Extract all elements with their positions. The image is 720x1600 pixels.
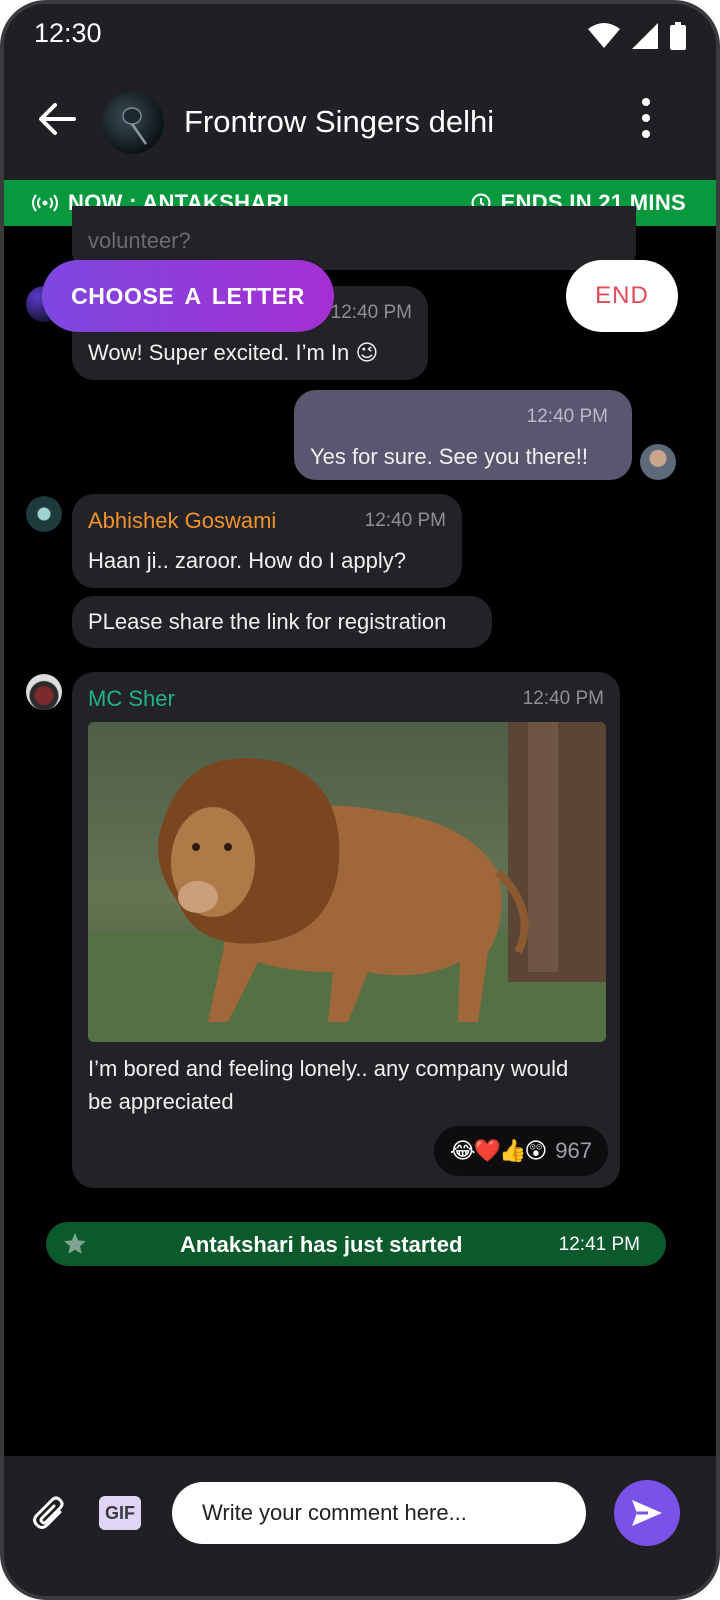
back-button[interactable]: [38, 102, 76, 141]
message-bubble: Abhishek Goswami 12:40 PM Haan ji.. zaro…: [72, 494, 462, 588]
avatar[interactable]: [26, 496, 62, 532]
group-avatar[interactable]: [102, 92, 164, 154]
star-icon: [64, 1233, 86, 1254]
status-bar: 12:30: [4, 4, 716, 68]
chat-messages[interactable]: volunteer? 12:40 PM Wow! Super excited. …: [4, 206, 716, 1486]
avatar[interactable]: [26, 674, 62, 710]
chat-header: Frontrow Singers delhi: [4, 68, 716, 180]
reaction-emojis: 😂❤️👍😲: [449, 1138, 547, 1163]
message-bubble: PLease share the link for registration: [72, 596, 492, 648]
message-text: Wow! Super excited. I’m In 😉: [88, 340, 379, 365]
choose-letter-button[interactable]: CHOOSE A LETTER: [42, 260, 334, 332]
wifi-icon: [588, 23, 620, 48]
composer-bar: GIF: [4, 1456, 716, 1596]
broadcast-icon: [32, 194, 58, 212]
message-text: I’m bored and feeling lonely.. any compa…: [88, 1056, 569, 1114]
lion-illustration: [88, 722, 606, 1042]
paperclip-icon[interactable]: [30, 1494, 70, 1534]
system-message: Antakshari has just started 12:41 PM: [46, 1222, 666, 1266]
status-icons: [588, 22, 686, 50]
battery-icon: [670, 22, 686, 50]
message-bubble: MC Sher 12:40 PM I’m bored and feeling l…: [72, 672, 620, 1188]
message-time: 12:40 PM: [330, 302, 412, 323]
avatar[interactable]: [640, 444, 676, 480]
more-vertical-icon[interactable]: [642, 98, 650, 146]
system-message-text: Antakshari has just started: [180, 1232, 463, 1257]
message-text: Yes for sure. See you there!!: [310, 444, 589, 469]
message-time: 12:40 PM: [522, 688, 604, 709]
comment-input[interactable]: [172, 1482, 586, 1544]
gif-button[interactable]: GIF: [99, 1496, 141, 1530]
message-text: volunteer?: [88, 228, 191, 253]
system-message-time: 12:41 PM: [558, 1234, 640, 1255]
message-time: 12:40 PM: [526, 406, 608, 427]
arrow-left-icon: [39, 103, 76, 135]
message-bubble-own: 12:40 PM Yes for sure. See you there!!: [294, 390, 632, 480]
microphone-icon: [122, 107, 148, 145]
signal-icon: [632, 23, 658, 49]
reaction-count: 967: [555, 1138, 592, 1163]
phone-frame: 12:30 Frontrow Singers delhi NOW: ANTAK…: [0, 0, 720, 1600]
end-button[interactable]: END: [566, 260, 678, 332]
message-time: 12:40 PM: [364, 510, 446, 531]
message-text: PLease share the link for registration: [88, 609, 447, 634]
lion-image[interactable]: [88, 722, 606, 1042]
status-time: 12:30: [34, 18, 102, 48]
group-title[interactable]: Frontrow Singers delhi: [184, 104, 494, 140]
message-text: Haan ji.. zaroor. How do I apply?: [88, 548, 406, 573]
message-sender[interactable]: Abhishek Goswami: [88, 508, 276, 534]
message-sender[interactable]: MC Sher: [88, 686, 175, 712]
send-button[interactable]: [614, 1480, 680, 1546]
send-icon: [632, 1500, 662, 1526]
reactions-pill[interactable]: 😂❤️👍😲 967: [433, 1126, 608, 1176]
